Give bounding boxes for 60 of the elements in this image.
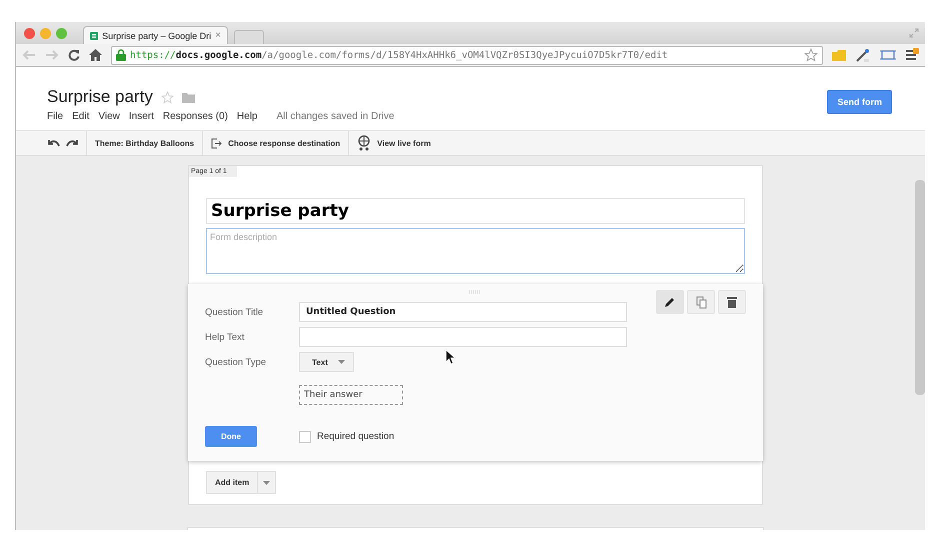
export-icon[interactable] (211, 138, 222, 148)
menu-icon[interactable] (905, 48, 919, 62)
menu-item[interactable]: File (47, 111, 64, 122)
checkbox-label: Required question (317, 431, 394, 442)
globe-icon[interactable] (357, 135, 372, 151)
padlock-icon (116, 49, 126, 61)
redo-icon[interactable] (66, 139, 78, 147)
screen-capture-icon[interactable] (880, 49, 896, 61)
text-field[interactable]: Untitled Question (299, 302, 627, 322)
close-window-icon[interactable] (24, 28, 35, 38)
view-live-form-button[interactable]: View live form (377, 138, 431, 148)
caret-icon (263, 480, 270, 484)
menu-item[interactable]: Edit (72, 111, 90, 122)
minimize-window-icon[interactable] (40, 28, 51, 38)
home-icon[interactable] (89, 49, 102, 61)
add-item-button[interactable]: Add item (206, 471, 258, 494)
caret-icon (338, 360, 345, 364)
response-destination-button[interactable]: Choose response destination (228, 138, 340, 148)
url-text: https://docs.google.com/a/google.com/forms/d/158Y4HxAHHk6_vOM4lVQZr0SI3QyeJPycuiO7D5kr7T0/edit (130, 50, 669, 60)
trash-icon (727, 296, 737, 308)
undo-icon[interactable] (48, 139, 60, 147)
menu-item[interactable]: View (98, 111, 120, 122)
drag-handle-icon[interactable] (468, 290, 482, 294)
theme-button[interactable]: Theme: Birthday Balloons (95, 138, 194, 148)
form-description-field[interactable]: Form description (206, 228, 745, 274)
scrollbar-thumb[interactable] (915, 180, 925, 395)
field-label: Help Text (205, 332, 246, 342)
question-type-dropdown[interactable]: Text (299, 352, 354, 372)
add-item-menu-button[interactable] (258, 471, 276, 494)
mouse-cursor-icon (445, 349, 455, 365)
fullscreen-icon[interactable] (909, 28, 919, 38)
field-label: Question Title (205, 306, 264, 318)
forward-arrow-icon[interactable] (45, 49, 59, 61)
menu-item[interactable]: Help (236, 111, 258, 122)
document-title[interactable]: Surprise party (47, 87, 153, 107)
menu-item[interactable]: Insert (128, 111, 154, 122)
back-arrow-icon[interactable] (22, 49, 36, 61)
edit-button[interactable] (656, 290, 684, 314)
star-icon[interactable] (160, 90, 174, 104)
text-field[interactable] (299, 327, 627, 347)
eyedropper-icon[interactable] (855, 47, 871, 63)
copy-icon (696, 296, 706, 308)
folder-extension-icon[interactable] (832, 49, 846, 61)
pencil-icon (664, 296, 676, 308)
save-status: All changes saved in Drive (276, 111, 394, 122)
reload-icon[interactable] (68, 49, 80, 61)
answer-preview-field: Their answer (299, 385, 403, 405)
browser-tab[interactable]: Surprise party – Google Dri × (83, 26, 228, 44)
forms-app-icon (90, 30, 98, 42)
address-bar[interactable]: https://docs.google.com/a/google.com/forms/d/158Y4HxAHHk6_vOM4lVQZr0SI3QyeJPycuiO7D5kr7T0/edit (111, 46, 823, 64)
menu-item[interactable]: Responses (0) (162, 111, 228, 122)
new-tab-button[interactable] (234, 30, 264, 44)
folder-icon[interactable] (182, 92, 195, 102)
zoom-window-icon[interactable] (56, 28, 67, 38)
tab-title: Surprise party – Google Dri (102, 30, 212, 40)
delete-button[interactable] (718, 290, 746, 314)
star-icon[interactable] (804, 48, 818, 62)
required-checkbox[interactable] (299, 430, 311, 442)
form-title-field[interactable]: Surprise party (206, 198, 745, 224)
field-label: Question Type (205, 356, 268, 368)
